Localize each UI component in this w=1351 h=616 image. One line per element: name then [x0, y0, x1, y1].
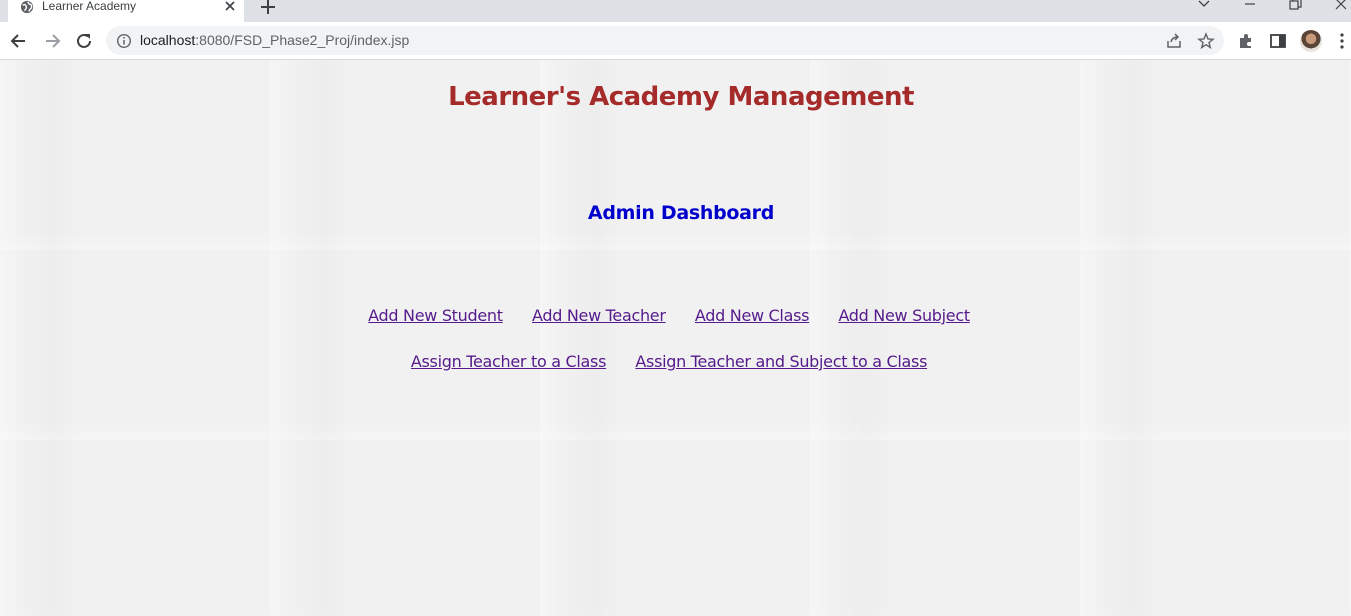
- add-subject-link[interactable]: Add New Subject: [838, 306, 970, 325]
- minimize-icon[interactable]: [1240, 0, 1260, 12]
- reload-icon[interactable]: [74, 31, 94, 51]
- tab-strip: Learner Academy: [0, 0, 1351, 22]
- page-title: Learner's Academy Management: [448, 82, 914, 112]
- assign-teacher-class-link[interactable]: Assign Teacher to a Class: [411, 352, 607, 371]
- url-text[interactable]: localhost:8080/FSD_Phase2_Proj/index.jsp: [140, 32, 409, 48]
- url-host: localhost: [140, 32, 196, 48]
- add-class-link[interactable]: Add New Class: [695, 306, 810, 325]
- avatar[interactable]: [1300, 30, 1322, 52]
- close-icon[interactable]: [1331, 0, 1351, 12]
- share-icon[interactable]: [1165, 32, 1183, 50]
- address-bar[interactable]: localhost:8080/FSD_Phase2_Proj/index.jsp: [106, 26, 1224, 55]
- star-icon[interactable]: [1197, 32, 1215, 50]
- dashboard-heading: Admin Dashboard: [587, 202, 775, 224]
- browser-toolbar: localhost:8080/FSD_Phase2_Proj/index.jsp: [0, 22, 1351, 60]
- close-icon[interactable]: [222, 0, 238, 15]
- add-teacher-link[interactable]: Add New Teacher: [532, 306, 666, 325]
- chevron-down-icon[interactable]: [1194, 0, 1214, 12]
- tab-title: Learner Academy: [42, 0, 137, 13]
- add-student-link[interactable]: Add New Student: [368, 306, 503, 325]
- info-icon[interactable]: [116, 33, 132, 49]
- links-row-assign: Assign Teacher to a Class Assign Teacher…: [0, 352, 1338, 371]
- globe-icon: [20, 0, 34, 14]
- forward-arrow-icon[interactable]: [42, 31, 62, 51]
- plus-icon[interactable]: [258, 0, 278, 17]
- links-row-add: Add New Student Add New Teacher Add New …: [0, 306, 1338, 325]
- kebab-menu-icon[interactable]: [1332, 31, 1351, 51]
- restore-icon[interactable]: [1285, 0, 1305, 12]
- side-panel-icon[interactable]: [1268, 31, 1288, 51]
- url-path: :8080/FSD_Phase2_Proj/index.jsp: [195, 32, 410, 48]
- assign-teacher-subject-class-link[interactable]: Assign Teacher and Subject to a Class: [635, 352, 927, 371]
- back-arrow-icon[interactable]: [9, 31, 29, 51]
- page-content: Learner's Academy Management Admin Dashb…: [0, 60, 1351, 616]
- browser-tab[interactable]: Learner Academy: [8, 0, 244, 22]
- puzzle-icon[interactable]: [1236, 31, 1256, 51]
